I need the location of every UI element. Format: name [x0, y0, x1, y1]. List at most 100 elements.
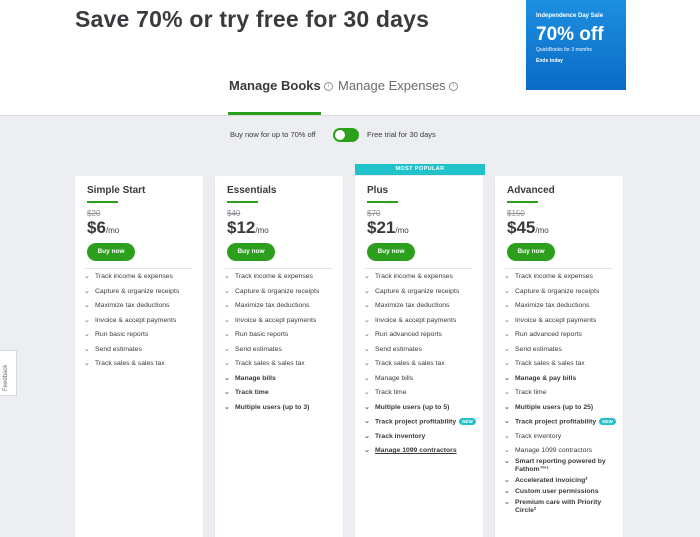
- chevron-down-icon[interactable]: ⌄: [504, 499, 510, 507]
- feature-item: ⌄ Track sales & sales tax: [224, 360, 340, 368]
- chevron-down-icon[interactable]: ⌄: [504, 331, 510, 339]
- tab-manage-expenses[interactable]: Manage Expenses i: [338, 78, 458, 93]
- tab-manage-books[interactable]: Manage Books i: [229, 78, 333, 93]
- buy-now-button[interactable]: Buy now: [507, 243, 555, 261]
- chevron-down-icon[interactable]: ⌄: [504, 418, 510, 426]
- chevron-down-icon[interactable]: ⌄: [364, 317, 370, 325]
- feature-label: Custom user permissions: [515, 488, 599, 496]
- tab-label: Manage Expenses: [338, 78, 446, 93]
- feature-item: ⌄ Send estimates: [224, 346, 340, 354]
- feature-label: Send estimates: [235, 345, 282, 353]
- card-divider: [505, 268, 613, 269]
- chevron-down-icon[interactable]: ⌄: [224, 331, 230, 339]
- chevron-down-icon[interactable]: ⌄: [504, 375, 510, 383]
- chevron-down-icon[interactable]: ⌄: [504, 389, 510, 397]
- feature-item: ⌄ Capture & organize receipts: [224, 288, 340, 296]
- price-period: /mo: [395, 226, 409, 235]
- chevron-down-icon[interactable]: ⌄: [364, 418, 370, 426]
- feature-item: ⌄ Custom user permissions: [504, 488, 620, 496]
- feature-label: Manage & pay bills: [515, 374, 577, 382]
- active-tab-indicator: [228, 112, 321, 115]
- feature-label: Premium care with Priority Circle²: [515, 499, 602, 515]
- price-amount: $6: [87, 218, 106, 237]
- feature-item: ⌄ Invoice & accept payments: [84, 317, 200, 325]
- info-icon[interactable]: i: [323, 82, 333, 92]
- buy-now-button[interactable]: Buy now: [227, 243, 275, 261]
- chevron-down-icon[interactable]: ⌄: [504, 288, 510, 296]
- chevron-down-icon[interactable]: ⌄: [504, 433, 510, 441]
- feature-item: ⌄ Track project profitability NEW: [504, 418, 620, 426]
- chevron-down-icon[interactable]: ⌄: [364, 404, 370, 412]
- promo-banner[interactable]: Independence Day Sale 70% off QuickBooks…: [526, 0, 626, 90]
- sale-price: $21/mo: [367, 218, 409, 238]
- chevron-down-icon[interactable]: ⌄: [504, 447, 510, 455]
- feature-item: ⌄ Multiple users (up to 5): [364, 404, 480, 412]
- feedback-tab[interactable]: Feedback: [0, 350, 17, 396]
- buy-now-button[interactable]: Buy now: [87, 243, 135, 261]
- feature-label: Accelerated invoicing²: [515, 477, 588, 485]
- chevron-down-icon[interactable]: ⌄: [364, 375, 370, 383]
- chevron-down-icon[interactable]: ⌄: [84, 302, 90, 310]
- chevron-down-icon[interactable]: ⌄: [504, 302, 510, 310]
- feature-label: Track sales & sales tax: [235, 360, 305, 367]
- feature-item: ⌄ Smart reporting powered by Fathom™¹: [504, 458, 620, 474]
- chevron-down-icon[interactable]: ⌄: [504, 346, 510, 354]
- promo-ends: Ends today: [536, 58, 563, 64]
- feature-label: Manage bills: [235, 374, 276, 382]
- chevron-down-icon[interactable]: ⌄: [224, 317, 230, 325]
- chevron-down-icon[interactable]: ⌄: [504, 317, 510, 325]
- chevron-down-icon[interactable]: ⌄: [364, 331, 370, 339]
- chevron-down-icon[interactable]: ⌄: [224, 288, 230, 296]
- chevron-down-icon[interactable]: ⌄: [364, 302, 370, 310]
- chevron-down-icon[interactable]: ⌄: [224, 360, 230, 368]
- feature-label: Track time: [515, 389, 547, 396]
- chevron-down-icon[interactable]: ⌄: [364, 360, 370, 368]
- chevron-down-icon[interactable]: ⌄: [504, 360, 510, 368]
- card-divider: [365, 268, 473, 269]
- chevron-down-icon[interactable]: ⌄: [84, 360, 90, 368]
- chevron-down-icon[interactable]: ⌄: [84, 288, 90, 296]
- feature-label: Track time: [375, 389, 407, 396]
- chevron-down-icon[interactable]: ⌄: [84, 273, 90, 281]
- chevron-down-icon[interactable]: ⌄: [364, 433, 370, 441]
- chevron-down-icon[interactable]: ⌄: [364, 346, 370, 354]
- chevron-down-icon[interactable]: ⌄: [504, 477, 510, 485]
- chevron-down-icon[interactable]: ⌄: [224, 302, 230, 310]
- chevron-down-icon[interactable]: ⌄: [504, 458, 510, 466]
- feature-label: Maximize tax deductions: [375, 302, 450, 309]
- feature-label: Send estimates: [95, 345, 142, 353]
- chevron-down-icon[interactable]: ⌄: [504, 488, 510, 496]
- feature-label: Track income & expenses: [375, 273, 453, 280]
- chevron-down-icon[interactable]: ⌄: [84, 331, 90, 339]
- chevron-down-icon[interactable]: ⌄: [84, 346, 90, 354]
- buy-now-label: Buy now for up to 70% off: [230, 130, 316, 139]
- feature-item: ⌄ Invoice & accept payments: [504, 317, 620, 325]
- feature-label: Send estimates: [515, 345, 562, 353]
- chevron-down-icon[interactable]: ⌄: [224, 346, 230, 354]
- plan-name: Simple Start: [87, 185, 146, 196]
- chevron-down-icon[interactable]: ⌄: [504, 273, 510, 281]
- buy-now-button[interactable]: Buy now: [367, 243, 415, 261]
- pricing-toggle-switch[interactable]: [333, 128, 359, 142]
- feature-label: Track sales & sales tax: [515, 360, 585, 367]
- chevron-down-icon[interactable]: ⌄: [84, 317, 90, 325]
- feature-item: ⌄ Track sales & sales tax: [84, 360, 200, 368]
- chevron-down-icon[interactable]: ⌄: [364, 447, 370, 455]
- feature-item: ⌄ Manage bills: [364, 375, 480, 383]
- chevron-down-icon[interactable]: ⌄: [224, 389, 230, 397]
- chevron-down-icon[interactable]: ⌄: [224, 375, 230, 383]
- chevron-down-icon[interactable]: ⌄: [224, 273, 230, 281]
- feature-item: ⌄ Run basic reports: [224, 331, 340, 339]
- chevron-down-icon[interactable]: ⌄: [364, 389, 370, 397]
- feature-item: ⌄ Track inventory: [504, 433, 620, 441]
- chevron-down-icon[interactable]: ⌄: [504, 404, 510, 412]
- chevron-down-icon[interactable]: ⌄: [364, 273, 370, 281]
- info-icon[interactable]: i: [448, 82, 458, 92]
- original-price: $70: [367, 209, 381, 218]
- feature-item[interactable]: ⌄ Manage 1099 contractors: [364, 447, 480, 455]
- feature-label: Track time: [235, 389, 269, 396]
- chevron-down-icon[interactable]: ⌄: [224, 404, 230, 412]
- feedback-label: Feedback: [3, 364, 9, 391]
- chevron-down-icon[interactable]: ⌄: [364, 288, 370, 296]
- plan-card-advanced: Advanced $150 $45/mo Buy now ⌄ Track income &…: [495, 176, 623, 537]
